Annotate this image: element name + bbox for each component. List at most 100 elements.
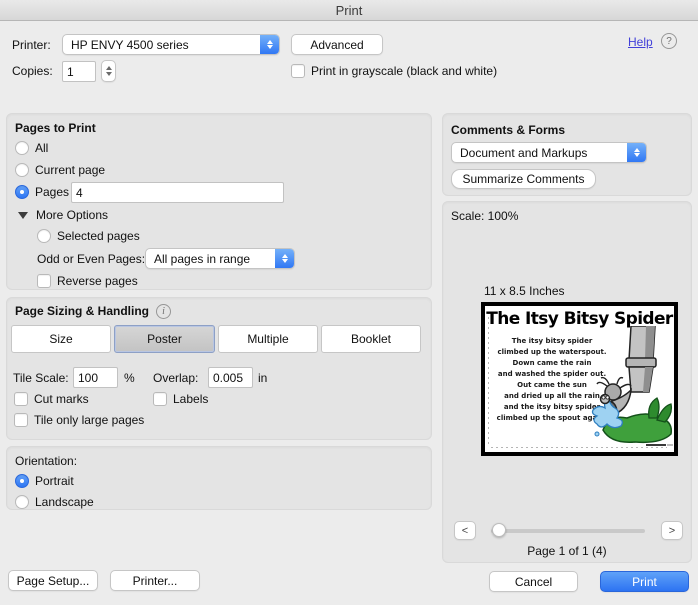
multiple-button[interactable]: Multiple xyxy=(218,325,318,353)
cancel-button[interactable]: Cancel xyxy=(489,571,578,592)
advanced-button[interactable]: Advanced xyxy=(291,34,383,55)
previous-page-button[interactable]: < xyxy=(454,521,476,540)
size-button[interactable]: Size xyxy=(11,325,111,353)
comments-forms-dropdown-value: Document and Markups xyxy=(460,145,588,160)
copies-input[interactable] xyxy=(62,61,96,82)
current-page-radio[interactable] xyxy=(15,163,29,177)
page-sizing-panel: Page Sizing & Handling i Size Poster Mul… xyxy=(6,297,432,440)
prev-arrow-icon: < xyxy=(461,524,469,537)
info-glyph: i xyxy=(162,305,165,317)
stepper-up-icon xyxy=(105,66,112,70)
overlap-input[interactable] xyxy=(208,367,253,388)
comments-forms-panel: Comments & Forms Document and Markups Su… xyxy=(442,113,692,196)
poster-button-label: Poster xyxy=(147,332,182,346)
ruler-ticks-bottom xyxy=(491,447,667,448)
portrait-label: Portrait xyxy=(35,474,74,488)
grayscale-label: Print in grayscale (black and white) xyxy=(311,64,498,78)
grayscale-row: Print in grayscale (black and white) xyxy=(291,63,497,79)
next-page-button[interactable]: > xyxy=(661,521,683,540)
dropdown-stepper-icon xyxy=(275,249,294,268)
orientation-title: Orientation: xyxy=(15,454,78,468)
all-label: All xyxy=(35,141,49,155)
reverse-pages-row: Reverse pages xyxy=(37,273,138,289)
help-link[interactable]: Help xyxy=(628,34,653,50)
question-glyph: ? xyxy=(666,35,672,47)
page-setup-button[interactable]: Page Setup... xyxy=(8,570,98,591)
printer-dropdown[interactable]: HP ENVY 4500 series xyxy=(62,34,280,55)
poster-credit-mark xyxy=(646,444,666,446)
page-slider-track[interactable] xyxy=(491,529,645,533)
more-options-label: More Options xyxy=(36,208,109,222)
page-dimensions-label: 11 x 8.5 Inches xyxy=(484,284,565,298)
pages-label: Pages xyxy=(35,185,70,199)
labels-label: Labels xyxy=(173,392,209,406)
pages-radio[interactable] xyxy=(15,185,29,199)
booklet-button[interactable]: Booklet xyxy=(321,325,421,353)
poster-button[interactable]: Poster xyxy=(114,325,215,353)
dropdown-stepper-icon xyxy=(260,35,279,54)
copies-stepper[interactable] xyxy=(101,60,116,82)
comments-forms-dropdown[interactable]: Document and Markups xyxy=(451,142,647,163)
tile-only-row: Tile only large pages xyxy=(14,412,144,428)
orientation-panel: Orientation: Portrait Landscape xyxy=(6,446,432,510)
landscape-radio[interactable] xyxy=(15,495,29,509)
preview-panel: Scale: 100% 11 x 8.5 Inches The Itsy Bit… xyxy=(442,201,692,563)
window-title: Print xyxy=(335,2,363,18)
portrait-row: Portrait xyxy=(15,473,74,489)
odd-even-label: Odd or Even Pages: xyxy=(37,252,146,266)
overlap-label: Overlap: xyxy=(153,371,199,385)
size-button-label: Size xyxy=(49,332,73,346)
info-icon[interactable]: i xyxy=(156,303,172,319)
booklet-button-label: Booklet xyxy=(350,332,392,346)
labels-row: Labels xyxy=(153,391,208,407)
page-preview: The Itsy Bitsy Spider The itsy bitsy spi… xyxy=(481,302,678,456)
printer-button-label: Printer... xyxy=(132,573,178,588)
printer-label: Printer: xyxy=(12,38,51,52)
selected-pages-row: Selected pages xyxy=(37,228,140,244)
copies-label: Copies: xyxy=(12,64,53,78)
summarize-comments-label: Summarize Comments xyxy=(462,172,585,186)
all-pages-row: All xyxy=(15,140,48,156)
stepper-down-icon xyxy=(105,72,112,76)
page-info: Page 1 of 1 (4) xyxy=(527,544,607,558)
portrait-radio[interactable] xyxy=(15,474,29,488)
grayscale-checkbox[interactable] xyxy=(291,64,305,78)
summarize-comments-button[interactable]: Summarize Comments xyxy=(451,169,596,189)
cut-marks-checkbox[interactable] xyxy=(14,392,28,406)
cut-marks-row: Cut marks xyxy=(14,391,89,407)
cancel-button-label: Cancel xyxy=(514,574,553,589)
landscape-row: Landscape xyxy=(15,494,94,510)
page-sizing-title: Page Sizing & Handling xyxy=(15,304,150,318)
tile-only-label: Tile only large pages xyxy=(34,413,145,427)
labels-checkbox[interactable] xyxy=(153,392,167,406)
next-arrow-icon: > xyxy=(668,524,676,537)
multiple-button-label: Multiple xyxy=(247,332,289,346)
cut-marks-label: Cut marks xyxy=(34,392,89,406)
more-options-row[interactable]: More Options xyxy=(18,207,108,223)
all-radio[interactable] xyxy=(15,141,29,155)
advanced-button-label: Advanced xyxy=(310,37,364,52)
pages-row: Pages xyxy=(15,184,69,200)
scale-label: Scale: 100% xyxy=(451,209,519,223)
print-button-label: Print xyxy=(632,574,657,589)
page-slider-knob[interactable] xyxy=(492,523,506,537)
printer-dropdown-value: HP ENVY 4500 series xyxy=(71,37,189,52)
disclosure-triangle-icon xyxy=(18,211,28,219)
selected-pages-radio[interactable] xyxy=(37,229,51,243)
help-question-icon[interactable]: ? xyxy=(661,33,677,49)
tile-scale-input[interactable] xyxy=(73,367,118,388)
overlap-unit: in xyxy=(258,371,268,385)
reverse-pages-checkbox[interactable] xyxy=(37,274,51,288)
print-button[interactable]: Print xyxy=(600,571,689,592)
printer-button[interactable]: Printer... xyxy=(110,570,200,591)
tile-only-checkbox[interactable] xyxy=(14,413,28,427)
pages-to-print-panel: Pages to Print All Current page Pages Mo… xyxy=(6,113,432,290)
odd-even-dropdown[interactable]: All pages in range xyxy=(145,248,295,269)
window-titlebar: Print xyxy=(0,0,698,21)
pages-range-input[interactable] xyxy=(71,182,284,203)
odd-even-dropdown-value: All pages in range xyxy=(154,251,251,266)
comments-forms-title: Comments & Forms xyxy=(451,123,566,137)
current-page-row: Current page xyxy=(15,162,105,178)
pages-to-print-title: Pages to Print xyxy=(15,121,96,135)
page-sizing-header-row: Page Sizing & Handling i xyxy=(15,303,172,319)
